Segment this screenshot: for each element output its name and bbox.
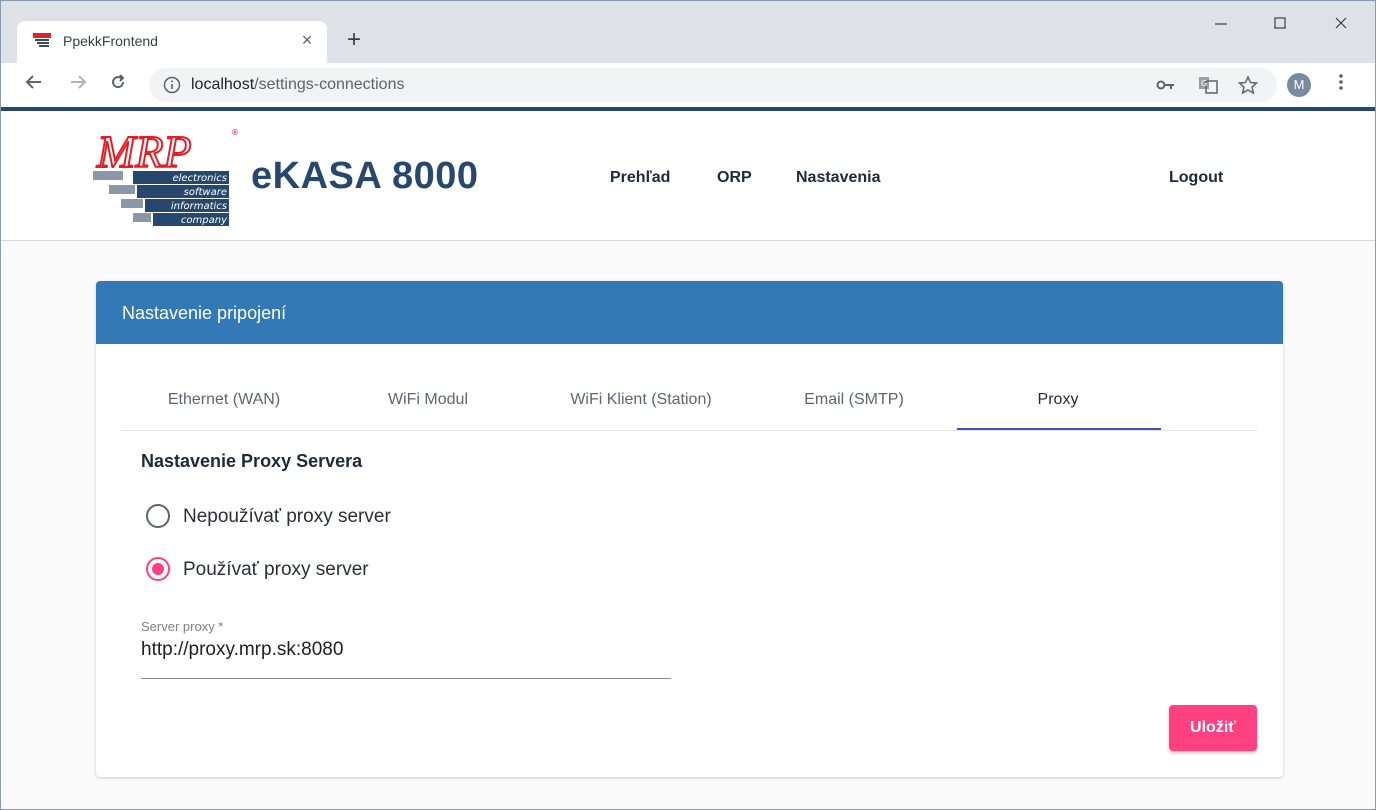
proxy-server-label: Server proxy * (141, 619, 224, 634)
radio-no-proxy-label[interactable]: Nepoužívať proxy server (183, 506, 391, 528)
tab-close-icon[interactable]: × (297, 29, 317, 51)
save-button[interactable]: Uložiť (1169, 705, 1257, 751)
app-header: MRP ® electronics software informatics c… (1, 111, 1375, 241)
logo-line-software: software (184, 187, 227, 198)
tab-ethernet-wan[interactable]: Ethernet (WAN) (122, 365, 326, 431)
mrp-logo[interactable]: MRP ® electronics software informatics c… (93, 123, 239, 229)
logout-link[interactable]: Logout (1169, 169, 1223, 187)
radio-use-proxy-label[interactable]: Používať proxy server (183, 559, 369, 581)
app-brand-title: eKASA 8000 (251, 155, 479, 197)
logo-line-electronics: electronics (172, 173, 227, 184)
back-arrow-icon[interactable] (21, 72, 47, 98)
info-icon[interactable] (163, 76, 181, 94)
tab-wifi-modul[interactable]: WiFi Modul (326, 365, 530, 431)
proxy-server-input[interactable] (141, 639, 671, 661)
profile-avatar[interactable]: M (1287, 73, 1311, 97)
maximize-icon[interactable] (1265, 11, 1295, 41)
tab-strip: PpekkFrontend × + (1, 1, 1375, 63)
tab-proxy[interactable]: Proxy (956, 365, 1160, 431)
nav-link-orp[interactable]: ORP (717, 169, 752, 187)
nav-link-prehlad[interactable]: Prehľad (610, 169, 670, 187)
radio-use-proxy-circle[interactable] (146, 557, 170, 581)
connection-tabs: Ethernet (WAN) WiFi Modul WiFi Klient (S… (122, 365, 1257, 431)
proxy-server-field: Server proxy * (141, 619, 671, 679)
url-text: localhost/settings-connections (191, 76, 405, 93)
mrp-favicon-icon (33, 33, 51, 47)
minimize-icon[interactable] (1206, 11, 1236, 41)
logo-mark-text: MRP (96, 126, 192, 177)
logo-line-company: company (181, 215, 228, 226)
nav-link-nastavenia[interactable]: Nastavenia (796, 169, 881, 187)
svg-text:G: G (1201, 79, 1207, 88)
browser-window: PpekkFrontend × + localhost/settings-con… (0, 0, 1376, 810)
active-tab-indicator (957, 428, 1161, 430)
radio-no-proxy-circle[interactable] (146, 504, 170, 528)
reload-icon[interactable] (105, 72, 131, 98)
proxy-section-title: Nastavenie Proxy Servera (141, 451, 363, 471)
browser-tab[interactable]: PpekkFrontend × (17, 21, 327, 63)
browser-toolbar: localhost/settings-connections G M (1, 63, 1375, 107)
tab-email-smtp[interactable]: Email (SMTP) (752, 365, 956, 431)
card-header: Nastavenie pripojení (96, 281, 1283, 344)
tab-title: PpekkFrontend (63, 33, 158, 49)
forward-arrow-icon[interactable] (65, 72, 91, 98)
key-icon[interactable] (1155, 75, 1177, 95)
bookmark-star-icon[interactable] (1237, 75, 1259, 95)
tab-wifi-klient[interactable]: WiFi Klient (Station) (530, 365, 752, 431)
logo-line-informatics: informatics (171, 201, 227, 212)
translate-icon[interactable]: G (1197, 75, 1219, 95)
browser-menu-dots-icon[interactable] (1331, 73, 1351, 97)
page-content: Nastavenie pripojení Ethernet (WAN) WiFi… (1, 241, 1375, 809)
new-tab-button[interactable]: + (341, 27, 367, 53)
svg-text:®: ® (231, 128, 239, 137)
settings-card: Nastavenie pripojení Ethernet (WAN) WiFi… (96, 281, 1283, 777)
address-bar[interactable]: localhost/settings-connections G (149, 68, 1277, 102)
window-close-icon[interactable] (1326, 11, 1356, 41)
card-title: Nastavenie pripojení (122, 303, 287, 323)
